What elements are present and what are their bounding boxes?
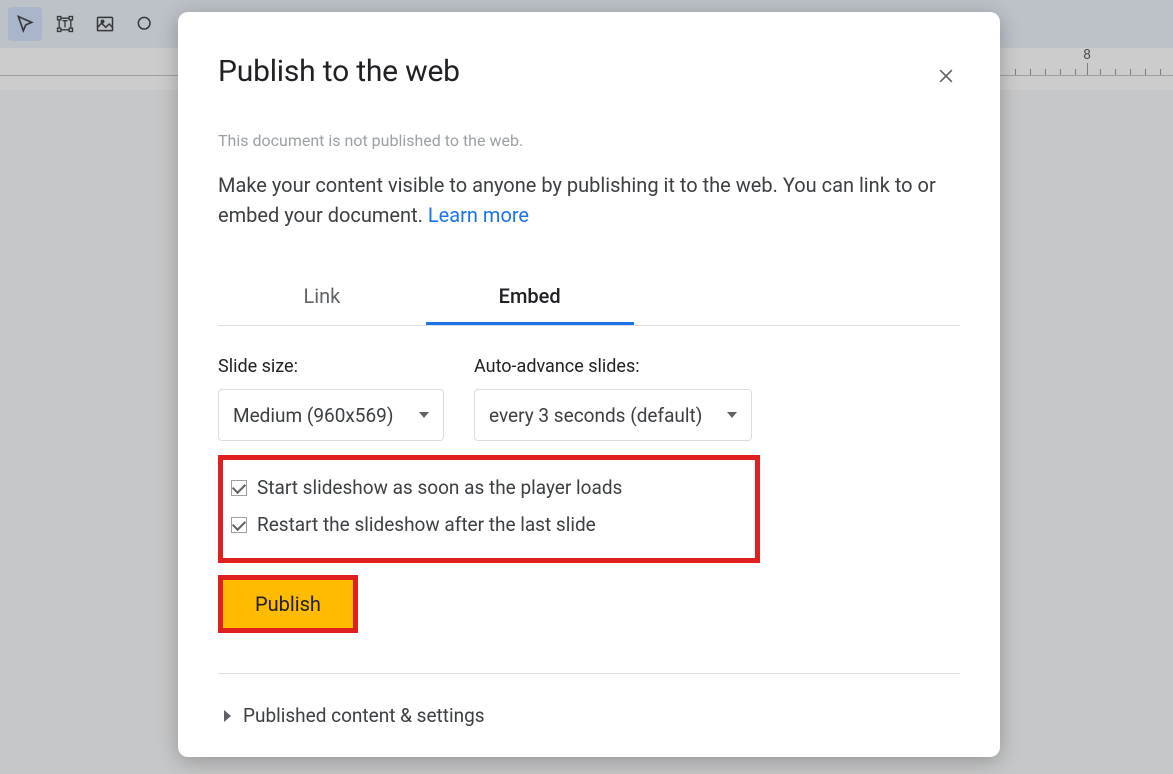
expander-label: Published content & settings [243,704,485,727]
auto-advance-select[interactable]: every 3 seconds (default) [474,389,752,441]
slide-size-label: Slide size: [218,356,444,377]
slide-size-value: Medium (960x569) [233,404,393,427]
dialog-description: Make your content visible to anyone by p… [218,170,960,230]
publish-dialog: Publish to the web This document is not … [178,12,1000,757]
checkbox-autostart[interactable] [231,480,247,496]
publish-button[interactable]: Publish [223,580,353,628]
dialog-desc-text: Make your content visible to anyone by p… [218,173,936,227]
divider [218,673,960,674]
checkbox-restart-row[interactable]: Restart the slideshow after the last sli… [231,513,743,536]
chevron-down-icon [727,412,737,418]
tabs: Link Embed [218,274,960,326]
playback-options-highlight: Start slideshow as soon as the player lo… [218,455,760,563]
checkbox-autostart-label: Start slideshow as soon as the player lo… [257,476,622,499]
learn-more-link[interactable]: Learn more [428,203,529,227]
slide-size-select[interactable]: Medium (960x569) [218,389,444,441]
publish-button-highlight: Publish [218,575,358,633]
publish-status-note: This document is not published to the we… [218,131,960,150]
chevron-down-icon [419,412,429,418]
auto-advance-value: every 3 seconds (default) [489,404,702,427]
checkbox-restart-label: Restart the slideshow after the last sli… [257,513,596,536]
auto-advance-label: Auto-advance slides: [474,356,752,377]
chevron-right-icon [224,710,231,722]
tab-link[interactable]: Link [218,274,426,325]
dialog-title: Publish to the web [218,54,960,89]
published-settings-expander[interactable]: Published content & settings [218,704,960,727]
close-icon[interactable] [932,62,960,90]
checkbox-autostart-row[interactable]: Start slideshow as soon as the player lo… [231,476,743,499]
checkbox-restart[interactable] [231,517,247,533]
tab-embed[interactable]: Embed [426,274,634,325]
